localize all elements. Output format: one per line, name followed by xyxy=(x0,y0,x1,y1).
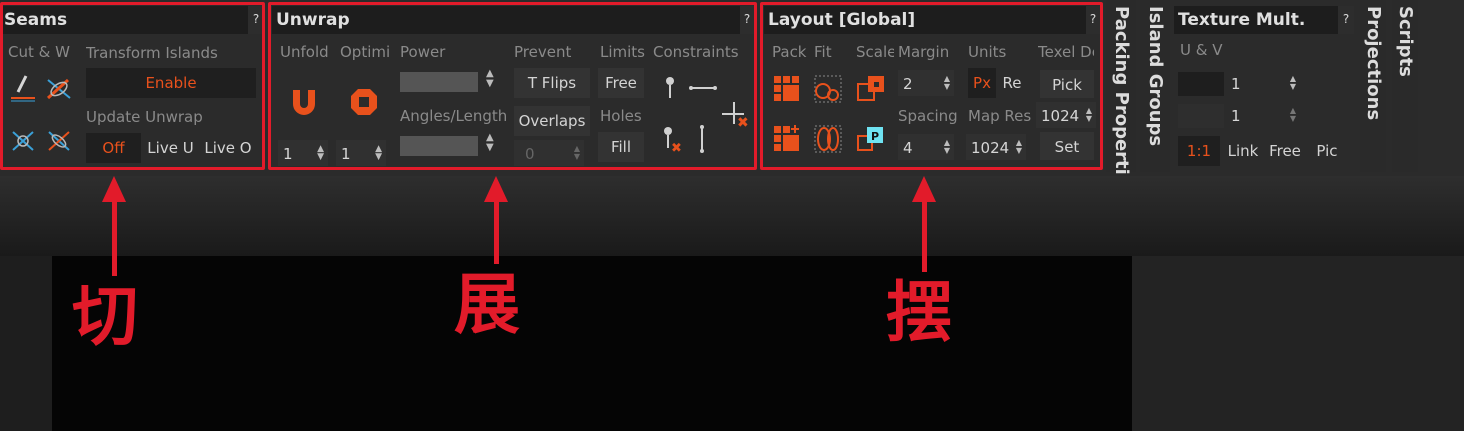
unwrap-arrow-head xyxy=(484,176,508,202)
free-toggle[interactable]: Free xyxy=(1264,136,1306,166)
v-color-swatch xyxy=(1178,104,1224,128)
seams-highlight-box xyxy=(0,2,265,170)
projections-tab-label: Projections xyxy=(1363,6,1384,121)
v-value: 1 xyxy=(1231,107,1241,125)
cut-arrow-shaft xyxy=(112,200,117,276)
u-multiplier-spinner[interactable]: 1 ▲ ▼ xyxy=(1226,70,1300,96)
link-toggle[interactable]: Link xyxy=(1222,136,1264,166)
layout-arrow-shaft xyxy=(922,200,927,272)
texture-mult-panel-title: Texture Mult. xyxy=(1174,6,1338,34)
left-margin-area xyxy=(0,256,52,431)
uv-label: U & V xyxy=(1180,41,1223,59)
v-multiplier-spinner[interactable]: 1 ▲ ▼ xyxy=(1226,102,1300,128)
scripts-tab-label: Scripts xyxy=(1395,6,1416,77)
blurred-toolbar-background xyxy=(0,176,1464,256)
scripts-tab[interactable]: Scripts xyxy=(1392,0,1418,172)
layout-highlight-box xyxy=(760,2,1103,170)
u-color-swatch xyxy=(1178,72,1224,96)
uv-viewport[interactable] xyxy=(52,256,1132,431)
ratio-1-1-toggle[interactable]: 1:1 xyxy=(1178,136,1220,166)
unwrap-arrow-shaft xyxy=(494,200,499,264)
island-groups-tab[interactable]: Island Groups xyxy=(1140,0,1170,172)
texture-help-button[interactable]: ? xyxy=(1338,6,1354,34)
island-groups-tab-label: Island Groups xyxy=(1145,6,1166,147)
layout-arrow-head xyxy=(912,176,936,202)
projections-tab[interactable]: Projections xyxy=(1360,0,1386,172)
cut-arrow-head xyxy=(102,176,126,202)
cut-annotation: 切 xyxy=(72,278,138,355)
u-value: 1 xyxy=(1231,75,1241,93)
unwrap-annotation: 展 xyxy=(454,266,520,343)
packing-properties-tab[interactable]: Packing Properti xyxy=(1106,0,1136,175)
layout-annotation: 摆 xyxy=(886,274,952,351)
unwrap-highlight-box xyxy=(268,2,757,170)
pick-texture-button[interactable]: Pic xyxy=(1306,136,1348,166)
packing-properties-tab-label: Packing Properti xyxy=(1111,6,1132,175)
right-side-area xyxy=(1132,256,1464,431)
